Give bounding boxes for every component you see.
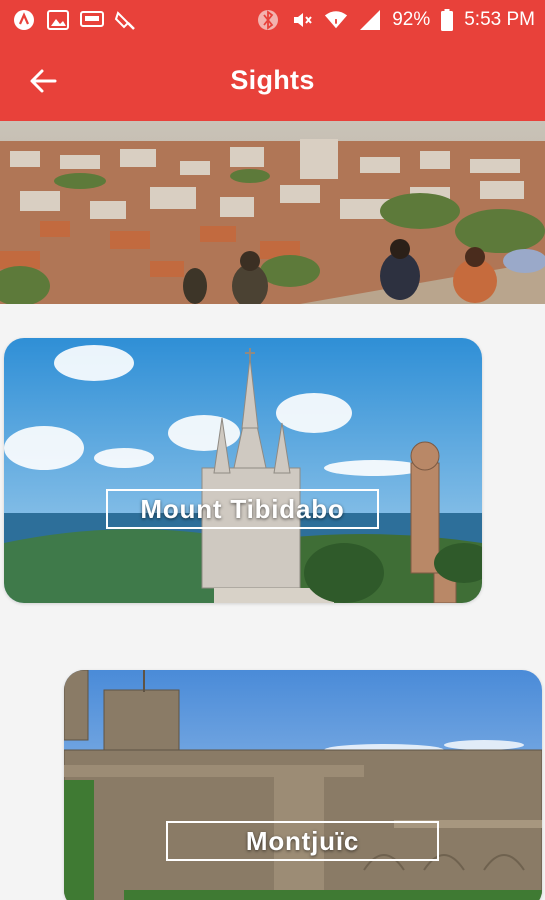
tibidabo-image [4,338,482,603]
hero-image [0,121,545,304]
bluetooth-icon [114,8,138,32]
battery-icon [440,8,454,32]
image-icon [46,8,70,32]
status-bar-right: 92% 5:53 PM [256,8,535,32]
sight-card-montjuic[interactable]: Montjuïc [64,670,542,900]
clock: 5:53 PM [464,9,535,30]
page-title: Sights [230,65,315,95]
signal-icon [358,8,382,32]
sight-label: Mount Tibidabo [106,489,379,529]
sight-label: Montjuïc [166,821,439,861]
vibrate-icon [256,8,280,32]
app-bar: Sights [0,40,545,121]
status-bar-left [12,8,138,32]
wifi-icon [324,8,348,32]
sight-card-mount-tibidabo[interactable]: Mount Tibidabo [4,338,482,603]
battery-percent: 92% [392,9,431,30]
mute-icon [290,8,314,32]
status-bar: 92% 5:53 PM [0,0,545,40]
app-icon [12,8,36,32]
arrow-left-icon [30,69,57,93]
back-button[interactable] [26,64,60,98]
hd-icon [80,8,104,32]
montjuic-image [64,670,542,900]
